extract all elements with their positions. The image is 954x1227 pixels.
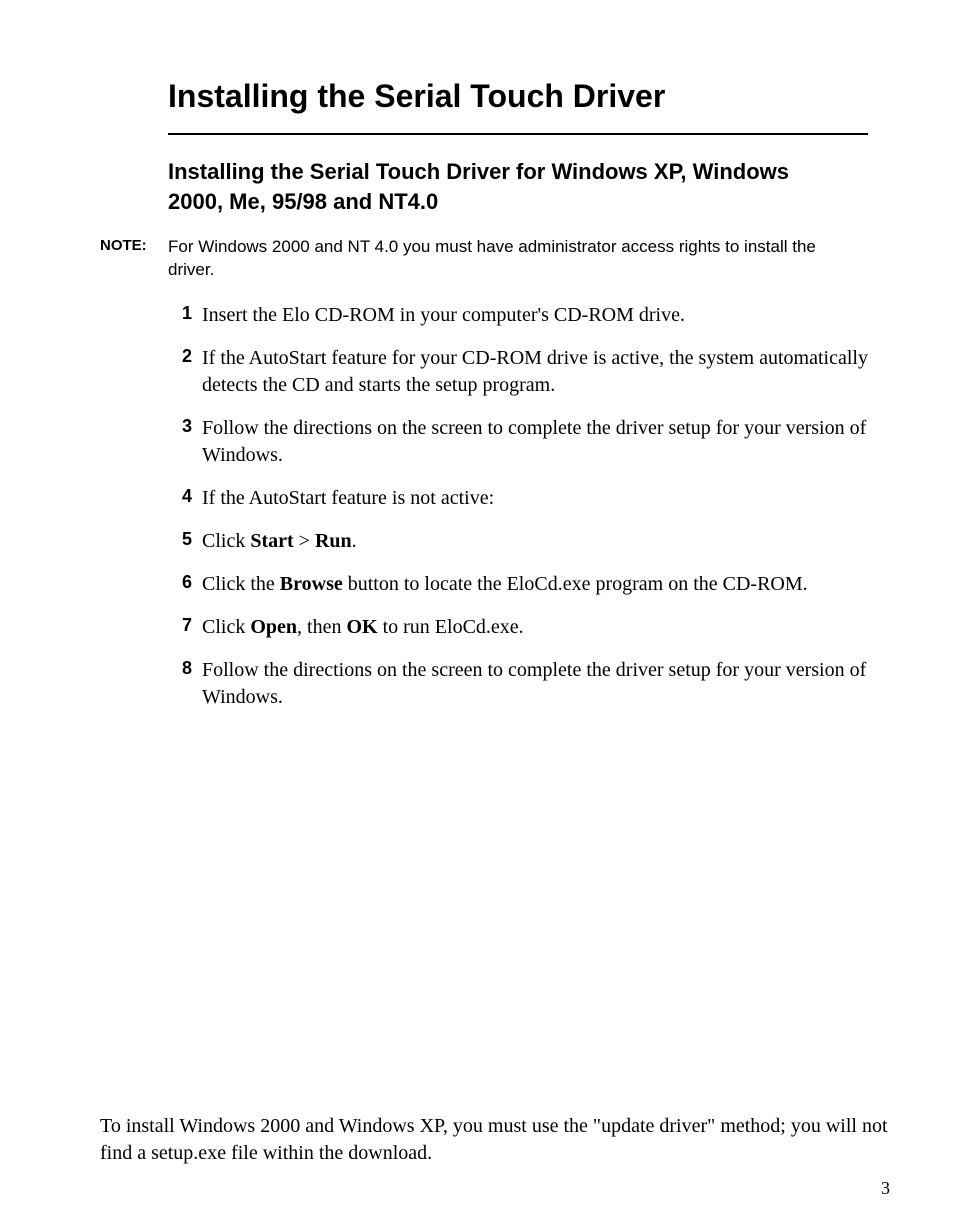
steps-list: 1 Insert the Elo CD-ROM in your computer'…: [168, 302, 890, 711]
step-text: Insert the Elo CD-ROM in your computer's…: [202, 302, 685, 329]
step-number: 5: [168, 528, 192, 550]
bold-text: Run: [315, 530, 352, 552]
bold-text: OK: [346, 616, 377, 638]
step: 6 Click the Browse button to locate the E…: [168, 571, 870, 598]
bold-text: Start: [250, 530, 293, 552]
step-text: Follow the directions on the screen to c…: [202, 657, 870, 711]
horizontal-rule: [168, 133, 868, 135]
step: 7 Click Open, then OK to run EloCd.exe.: [168, 614, 870, 641]
step: 8 Follow the directions on the screen to …: [168, 657, 870, 711]
step: 5 Click Start > Run.: [168, 528, 870, 555]
step-number: 1: [168, 302, 192, 324]
step-number: 4: [168, 485, 192, 507]
step-number: 6: [168, 571, 192, 593]
subheading: Installing the Serial Touch Driver for W…: [168, 157, 850, 216]
page-number: 3: [881, 1178, 890, 1199]
step: 1 Insert the Elo CD-ROM in your computer'…: [168, 302, 870, 329]
note-row: NOTE: For Windows 2000 and NT 4.0 you mu…: [100, 236, 890, 282]
step-number: 3: [168, 415, 192, 437]
step-text: Click Open, then OK to run EloCd.exe.: [202, 614, 524, 641]
step-text: Click the Browse button to locate the El…: [202, 571, 808, 598]
step: 4 If the AutoStart feature is not active:: [168, 485, 870, 512]
step: 3 Follow the directions on the screen to …: [168, 415, 870, 469]
step-text: If the AutoStart feature for your CD-ROM…: [202, 345, 870, 399]
bold-text: Browse: [280, 573, 343, 595]
step-number: 8: [168, 657, 192, 679]
step-number: 7: [168, 614, 192, 636]
note-label: NOTE:: [100, 236, 168, 254]
step-text: Follow the directions on the screen to c…: [202, 415, 870, 469]
note-text: For Windows 2000 and NT 4.0 you must hav…: [168, 236, 890, 282]
section-title: Installing the Serial Touch Driver: [168, 78, 890, 115]
step: 2 If the AutoStart feature for your CD-RO…: [168, 345, 870, 399]
step-text: Click Start > Run.: [202, 528, 357, 555]
step-number: 2: [168, 345, 192, 367]
bold-text: Open: [250, 616, 297, 638]
step-text: If the AutoStart feature is not active:: [202, 485, 494, 512]
footer-note: To install Windows 2000 and Windows XP, …: [100, 1113, 890, 1167]
